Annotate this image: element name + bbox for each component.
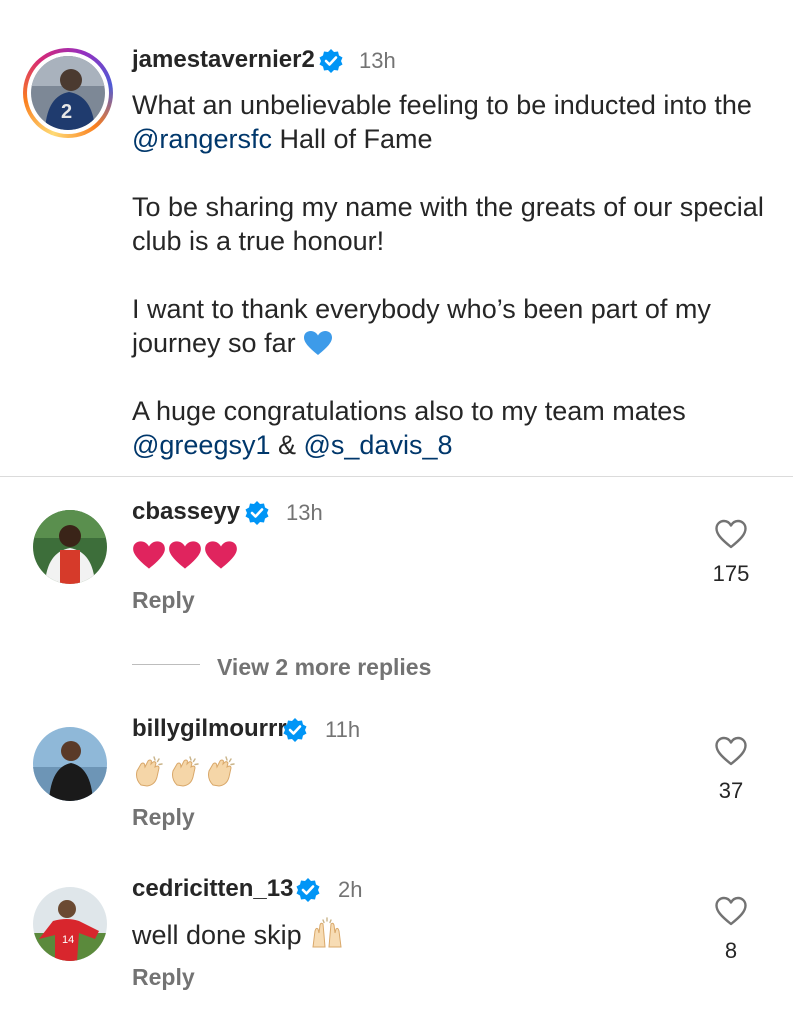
caption-text: What an unbelievable feeling to be induc…	[132, 88, 772, 462]
like-count: 37	[718, 778, 744, 803]
reply-button[interactable]: Reply	[132, 804, 195, 831]
author-avatar[interactable]: 2	[23, 48, 113, 138]
svg-text:2: 2	[61, 101, 72, 123]
mention-link[interactable]: @rangersfc	[132, 124, 272, 154]
reply-button[interactable]: Reply	[132, 587, 195, 614]
post-author-username[interactable]: jamestavernier2	[132, 46, 315, 74]
blue-heart-emoji-icon	[304, 331, 333, 355]
like-heart-icon[interactable]	[714, 735, 748, 767]
comment-text	[132, 540, 238, 570]
comment-time: 13h	[286, 500, 323, 525]
view-replies-line	[132, 664, 200, 665]
caption-paragraph-2: To be sharing my name with the greats of…	[132, 192, 764, 256]
caption-paragraph-3: I want to thank everybody who’s been par…	[132, 294, 711, 358]
view-more-replies-button[interactable]: View 2 more replies	[217, 654, 431, 681]
like-heart-icon[interactable]	[714, 518, 748, 550]
clapping-hands-emoji-icon	[172, 756, 199, 787]
like-count: 175	[712, 561, 750, 586]
clapping-hands-emoji-icon	[136, 756, 163, 787]
raising-hands-emoji-icon	[312, 917, 342, 948]
like-heart-icon[interactable]	[714, 895, 748, 927]
verified-badge-icon	[319, 49, 343, 73]
comment-time: 11h	[325, 717, 361, 742]
verified-badge-icon	[283, 718, 307, 742]
mention-link[interactable]: @s_davis_8	[304, 430, 453, 460]
clapping-hands-emoji-icon	[208, 756, 235, 787]
comment-username[interactable]: cbasseyy	[132, 498, 240, 526]
avatar[interactable]	[33, 727, 107, 801]
reply-button[interactable]: Reply	[132, 964, 195, 991]
caption-paragraph-4: A huge congratulations also to my team m…	[132, 396, 686, 460]
comment-username[interactable]: billygilmourrr	[132, 715, 287, 743]
red-heart-emoji-icon	[169, 541, 201, 569]
red-heart-emoji-icon	[133, 541, 165, 569]
red-heart-emoji-icon	[205, 541, 237, 569]
post-time: 13h	[359, 48, 396, 73]
avatar[interactable]	[33, 510, 107, 584]
comment-text	[132, 755, 238, 789]
svg-text:14: 14	[62, 934, 74, 946]
comment-username[interactable]: cedricitten_13	[132, 875, 293, 903]
comment-time: 2h	[338, 877, 363, 902]
verified-badge-icon	[245, 501, 269, 525]
mention-link[interactable]: @greegsy1	[132, 430, 270, 460]
post-caption: 2 jamestavernier2 13h What an unbelievab…	[0, 0, 793, 476]
caption-paragraph-1: What an unbelievable feeling to be induc…	[132, 90, 752, 154]
comment-text: well done skip	[132, 917, 345, 951]
verified-badge-icon	[296, 878, 320, 902]
divider	[0, 476, 793, 477]
avatar[interactable]: 14	[33, 887, 107, 961]
like-count: 8	[724, 938, 738, 963]
